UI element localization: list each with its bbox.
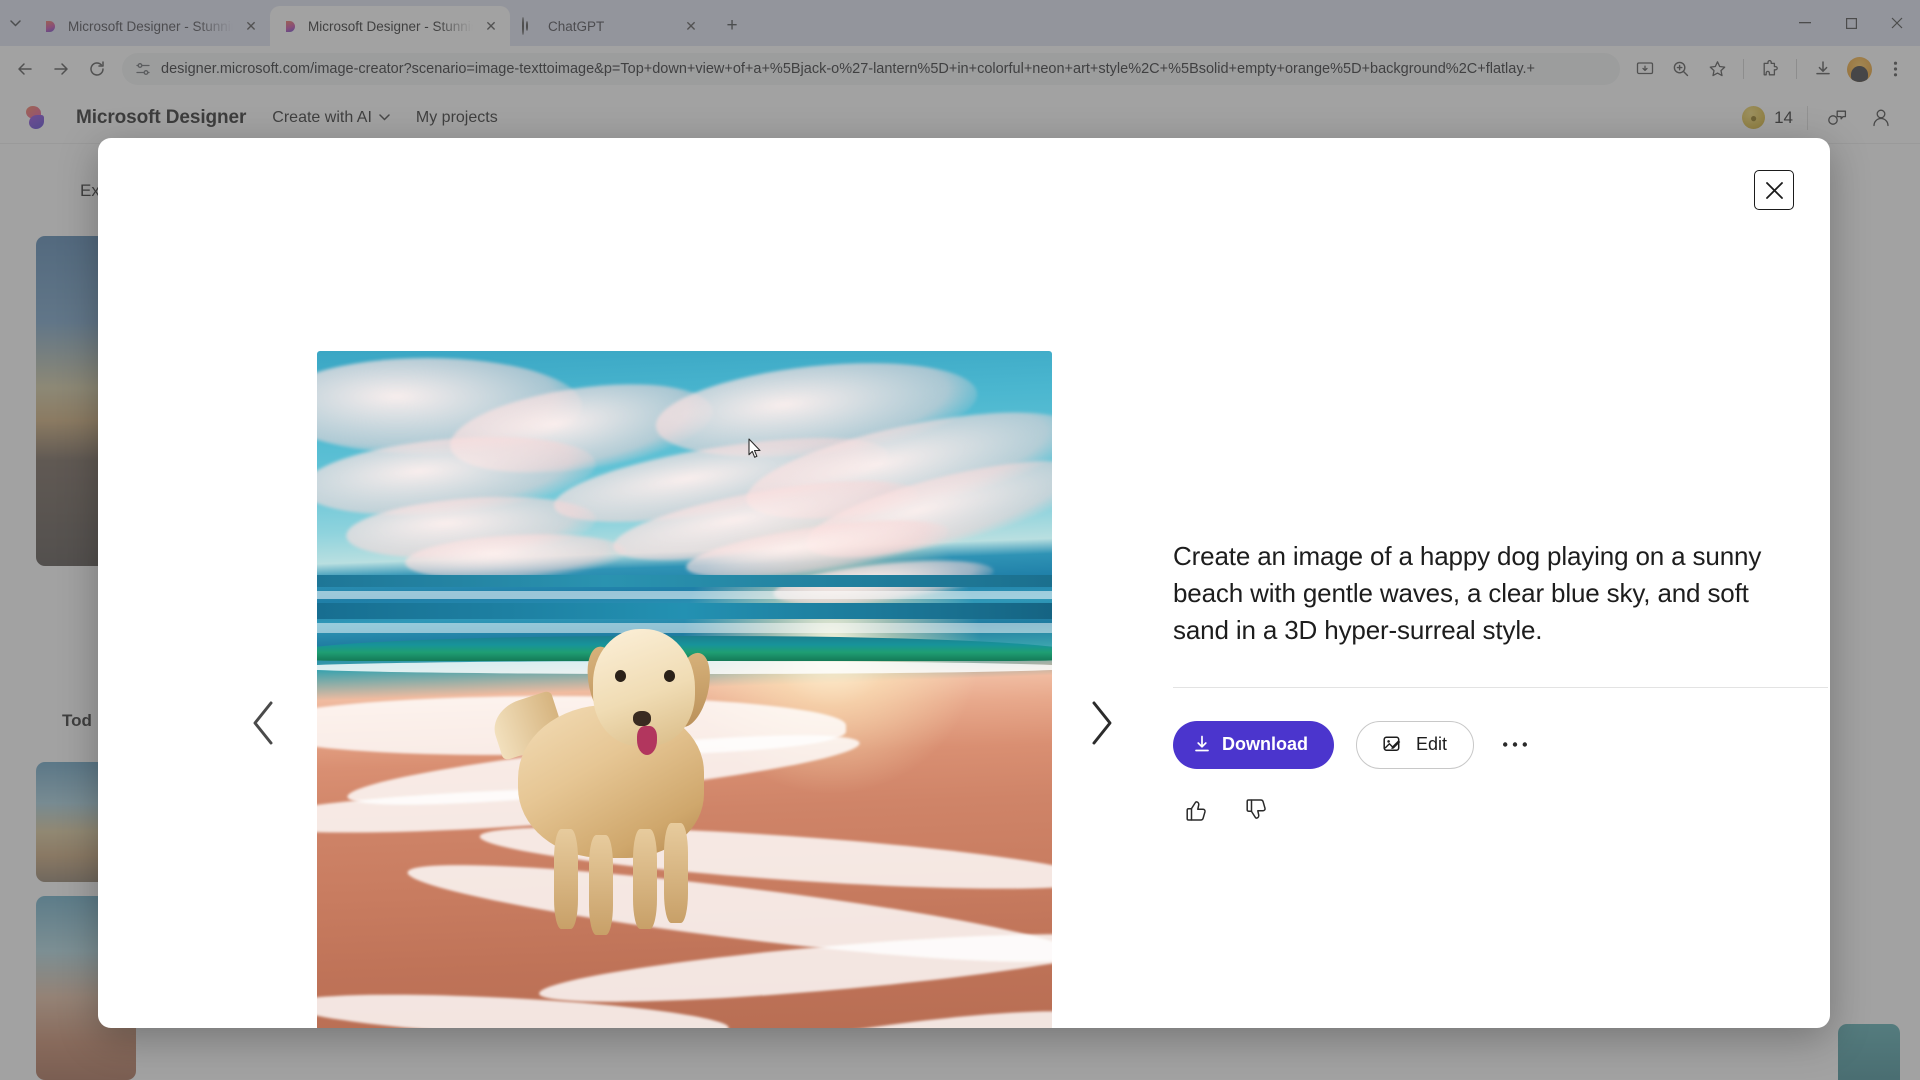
browser-window: Microsoft Designer - Stunning ✕ Microsof… [0,0,1920,1080]
image-actions: Download Edit [1173,720,1798,769]
prompt-text: Create an image of a happy dog playing o… [1173,541,1762,645]
chevron-right-icon[interactable] [1073,695,1129,751]
thumbs-up-icon[interactable] [1181,795,1211,825]
mouse-cursor [748,438,762,459]
image-preview-modal: Create an image of a happy dog playing o… [98,138,1830,1028]
close-icon[interactable] [1754,170,1794,210]
edit-button[interactable]: Edit [1356,720,1475,769]
feedback-actions [1173,795,1798,825]
chevron-left-icon[interactable] [236,695,292,751]
download-label: Download [1222,734,1308,755]
download-icon [1193,735,1211,754]
image-details-pane: Create an image of a happy dog playing o… [1173,538,1828,825]
download-button[interactable]: Download [1173,720,1334,769]
details-divider [1173,686,1828,688]
generated-image[interactable] [317,351,1052,1028]
dog-subject [487,623,722,935]
edit-label: Edit [1416,734,1448,755]
thumbs-down-icon[interactable] [1241,795,1271,825]
more-options-icon[interactable] [1496,726,1534,764]
image-edit-icon [1383,735,1405,755]
